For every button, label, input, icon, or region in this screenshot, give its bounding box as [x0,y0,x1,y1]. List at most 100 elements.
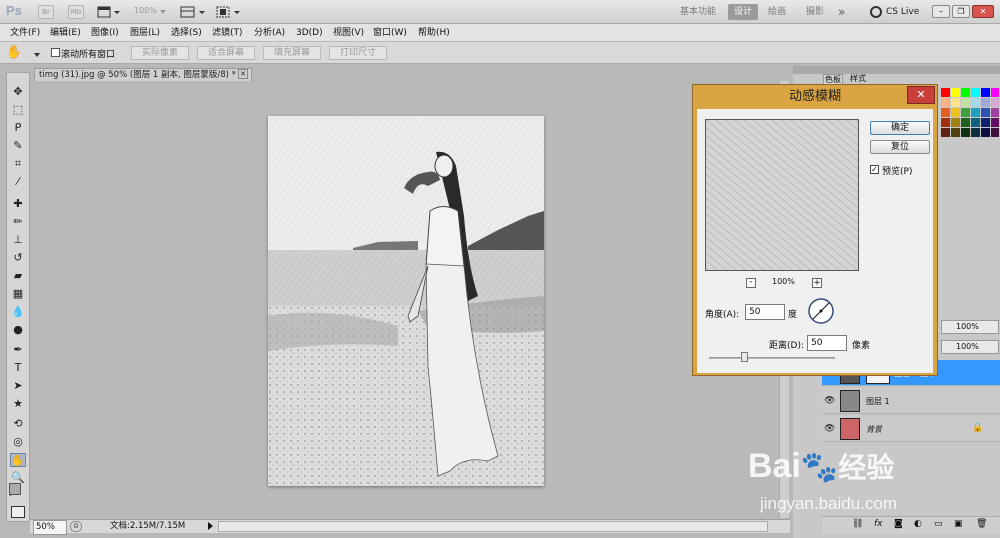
close-icon: ✕ [916,88,926,101]
angle-input[interactable]: 50 [745,304,785,320]
distance-input[interactable]: 50 [807,335,847,351]
zoom-menu-icon[interactable]: ⊙ [70,521,82,532]
layer-thumbnail [840,390,860,412]
layer-row[interactable]: 👁 背景 🔒 [822,416,1000,442]
pen-tool-icon[interactable]: ✒ [10,343,26,357]
blur-preview-window[interactable] [705,119,859,271]
marquee-tool-icon[interactable]: ⬚ [10,103,26,117]
clone-stamp-tool-icon[interactable]: ⊥ [10,233,26,247]
menu-help[interactable]: 帮助(H) [418,26,450,40]
minimize-button[interactable]: – [932,5,950,18]
workspace-more-button[interactable]: » [838,4,845,20]
blur-tool-icon[interactable]: 💧 [10,305,26,319]
dodge-tool-icon[interactable]: ● [10,323,26,337]
preview-checkbox[interactable]: ✓ [870,165,879,174]
healing-brush-tool-icon[interactable]: ✚ [10,197,26,211]
chevron-down-icon[interactable] [160,8,166,18]
add-mask-icon[interactable]: ◙ [894,519,903,529]
distance-slider-track[interactable] [709,357,835,359]
type-tool-icon[interactable]: T [10,361,26,375]
quick-mask-icon[interactable] [11,506,25,518]
menu-analysis[interactable]: 分析(A) [254,26,285,40]
restore-button[interactable]: ❐ [952,5,970,18]
brush-tool-icon[interactable]: ✏ [10,215,26,229]
menu-select[interactable]: 选择(S) [171,26,202,40]
menu-image[interactable]: 图像(I) [91,26,119,40]
opacity-field[interactable]: 100% [941,320,999,334]
layer-name[interactable]: 背景 [866,424,882,435]
zoom-out-button[interactable]: - [746,278,756,288]
crop-tool-icon[interactable]: ⌗ [10,157,26,171]
document-tab[interactable]: timg (31).jpg @ 50% (图层 1 副本, 图层蒙版/8) * … [34,68,252,81]
status-bar: 50% ⊙ 文档:2.15M/7.15M [30,519,790,535]
close-window-button[interactable]: ✕ [972,5,994,18]
link-layers-icon[interactable]: ⛓ [852,519,863,529]
lasso-tool-icon[interactable]: ᑭ [10,121,26,135]
trash-icon[interactable]: 🗑 [976,519,987,529]
workspace-basic[interactable]: 基本功能 [680,4,716,20]
shape-tool-icon[interactable]: ★ [10,397,26,411]
ok-button[interactable]: 确定 [870,121,930,135]
menu-layer[interactable]: 图层(L) [130,26,160,40]
reset-button[interactable]: 复位 [870,140,930,154]
workspace-painting[interactable]: 绘画 [768,4,786,20]
zoom-field[interactable]: 50% [33,520,67,535]
3d-rotate-tool-icon[interactable]: ⟲ [10,417,26,431]
history-brush-tool-icon[interactable]: ↺ [10,251,26,265]
workspace-design[interactable]: 设计 [728,4,759,20]
arrange-documents-button[interactable] [180,5,208,19]
chevron-down-icon[interactable] [34,51,40,61]
photoshop-logo: Ps [6,3,22,18]
adjustment-layer-icon[interactable]: ◐ [914,519,922,529]
hand-tool-preset-icon[interactable]: ✋ [6,45,22,61]
3d-orbit-tool-icon[interactable]: ◎ [10,435,26,449]
new-group-icon[interactable]: ▭ [934,519,943,529]
distance-slider-thumb[interactable] [741,352,748,362]
scroll-all-windows-checkbox[interactable] [51,48,60,57]
options-bar: ✋ 滚动所有窗口 实际像素 适合屏幕 填充屏幕 打印尺寸 [0,42,1000,64]
gradient-tool-icon[interactable]: ▦ [10,287,26,301]
mini-bridge-button[interactable]: Mb [68,5,84,19]
print-size-button[interactable]: 打印尺寸 [329,46,387,60]
status-menu-arrow-icon[interactable] [208,522,214,535]
move-tool-icon[interactable]: ✥ [10,85,26,99]
close-document-icon[interactable]: ✕ [238,69,248,79]
zoom-level-display[interactable]: 100% [134,6,157,15]
angle-dial[interactable] [807,297,835,325]
horizontal-scrollbar[interactable] [218,521,768,532]
eye-visibility-icon[interactable]: 👁 [824,424,835,434]
menu-3d[interactable]: 3D(D) [296,26,323,40]
eye-visibility-icon[interactable]: 👁 [824,396,835,406]
menu-view[interactable]: 视图(V) [333,26,364,40]
layer-row[interactable]: 👁 图层 1 [822,388,1000,414]
eyedropper-tool-icon[interactable]: ⁄ [10,175,26,189]
arrange-documents-icon [180,6,205,18]
fill-field[interactable]: 100% [941,340,999,354]
quick-selection-tool-icon[interactable]: ✎ [10,139,26,153]
actual-pixels-button[interactable]: 实际像素 [131,46,189,60]
zoom-in-button[interactable]: + [812,278,822,288]
menu-file[interactable]: 文件(F) [10,26,40,40]
panel-dock-header [793,66,1000,74]
document-image [268,116,544,486]
foreground-color-swatch[interactable] [9,483,21,495]
cs-live-button[interactable]: CS Live [886,4,919,20]
menu-filter[interactable]: 滤镜(T) [212,26,243,40]
eraser-tool-icon[interactable]: ▰ [10,269,26,283]
dialog-close-button[interactable]: ✕ [907,86,935,104]
layer-name[interactable]: 图层 1 [866,396,890,407]
fill-screen-button[interactable]: 填充屏幕 [263,46,321,60]
workspace-photography[interactable]: 摄影 [806,4,824,20]
hand-tool-icon[interactable]: ✋ [10,453,26,467]
bridge-button[interactable]: Br [38,5,54,19]
fit-screen-button[interactable]: 适合屏幕 [197,46,255,60]
menu-window[interactable]: 窗口(W) [373,26,407,40]
path-selection-tool-icon[interactable]: ➤ [10,379,26,393]
view-extras-button[interactable] [97,5,123,19]
new-layer-icon[interactable]: ▣ [954,519,963,529]
swatches-grid[interactable] [941,88,999,144]
layer-style-icon[interactable]: fx [874,519,883,529]
menu-edit[interactable]: 编辑(E) [50,26,81,40]
layers-panel-footer: ⛓ fx ◙ ◐ ▭ ▣ 🗑 [822,516,1000,534]
screen-mode-button[interactable] [215,5,243,19]
